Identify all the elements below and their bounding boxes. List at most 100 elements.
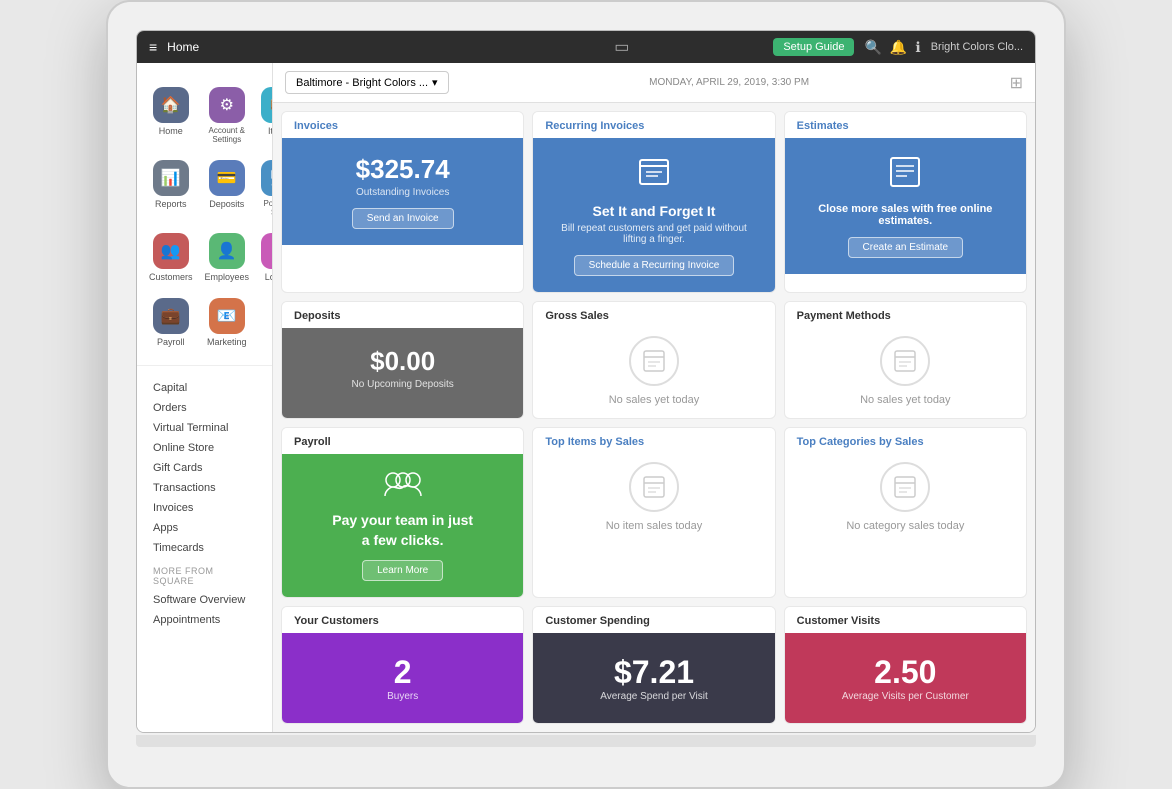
spending-amount: $7.21 xyxy=(614,654,694,691)
invoices-card: Invoices $325.74 Outstanding Invoices Se… xyxy=(281,111,524,293)
sidebar-label-pos: Points of Sale xyxy=(261,199,273,217)
payroll-body: Pay your team in just a few clicks. Lear… xyxy=(282,454,523,597)
spending-header: Customer Spending xyxy=(533,607,774,633)
sidebar-label-customers: Customers xyxy=(149,272,193,282)
sidebar-item-loyalty[interactable]: ★ Loyalty xyxy=(257,227,273,288)
sidebar-item-items[interactable]: 📦 Items xyxy=(257,81,273,150)
sidebar-item-pos[interactable]: 🖥 Points of Sale xyxy=(257,154,273,223)
payroll-learn-more-button[interactable]: Learn More xyxy=(362,560,443,581)
estimates-body: Close more sales with free online estima… xyxy=(785,138,1026,274)
sidebar-link-capital[interactable]: Capital xyxy=(153,378,256,398)
sidebar-link-virtual-terminal[interactable]: Virtual Terminal xyxy=(153,418,256,438)
visits-number: 2.50 xyxy=(874,654,936,691)
content-area: Baltimore - Bright Colors ... ▾ MONDAY, … xyxy=(273,63,1035,732)
sidebar-divider xyxy=(137,365,272,366)
sidebar-link-online-store[interactable]: Online Store xyxy=(153,438,256,458)
deposits-nav-icon: 💳 xyxy=(209,160,245,196)
sidebar-link-gift-cards[interactable]: Gift Cards xyxy=(153,458,256,478)
sidebar: 🏠 Home ⚙ Account & Settings 📦 Items 📊 Re… xyxy=(137,63,273,732)
schedule-recurring-button[interactable]: Schedule a Recurring Invoice xyxy=(574,255,735,276)
sidebar-item-marketing[interactable]: 📧 Marketing xyxy=(201,292,254,353)
sidebar-item-home[interactable]: 🏠 Home xyxy=(145,81,197,150)
top-items-body: No item sales today xyxy=(533,454,774,544)
payroll-header: Payroll xyxy=(282,428,523,454)
setup-guide-button[interactable]: Setup Guide xyxy=(773,38,854,56)
account-icon: ⚙ xyxy=(209,87,245,123)
payroll-nav-icon: 💼 xyxy=(153,298,189,334)
dashboard-grid: Invoices $325.74 Outstanding Invoices Se… xyxy=(273,103,1035,732)
payment-methods-body: No sales yet today xyxy=(785,328,1026,418)
topbar: ≡ Home ▭ Setup Guide 🔍 🔔 ℹ Bright Colors… xyxy=(137,31,1035,63)
estimates-card: Estimates Close more sales with f xyxy=(784,111,1027,293)
sidebar-link-timecards[interactable]: Timecards xyxy=(153,538,256,558)
pos-icon: 🖥 xyxy=(261,160,273,196)
customers-header: Your Customers xyxy=(282,607,523,633)
sidebar-label-account: Account & Settings xyxy=(205,126,250,144)
payroll-icon xyxy=(383,470,423,505)
payment-methods-card: Payment Methods No sales yet toda xyxy=(784,301,1027,419)
search-icon[interactable]: 🔍 xyxy=(864,39,881,56)
invoices-header: Invoices xyxy=(282,112,523,138)
employees-icon: 👤 xyxy=(209,233,245,269)
payroll-card: Payroll Pay your xyxy=(281,427,524,598)
location-dropdown[interactable]: Baltimore - Bright Colors ... ▾ xyxy=(285,71,449,94)
user-label: Bright Colors Clo... xyxy=(931,41,1023,53)
sidebar-link-orders[interactable]: Orders xyxy=(153,398,256,418)
sidebar-link-apps[interactable]: Apps xyxy=(153,518,256,538)
sidebar-item-deposits[interactable]: 💳 Deposits xyxy=(201,154,254,223)
visits-sublabel: Average Visits per Customer xyxy=(842,691,969,702)
info-icon[interactable]: ℹ xyxy=(915,39,920,56)
send-invoice-button[interactable]: Send an Invoice xyxy=(352,208,454,229)
sidebar-link-software-overview[interactable]: Software Overview xyxy=(153,590,256,610)
invoices-body: $325.74 Outstanding Invoices Send an Inv… xyxy=(282,138,523,245)
top-items-card: Top Items by Sales No item sales xyxy=(532,427,775,598)
customers-sublabel: Buyers xyxy=(387,691,418,702)
sidebar-item-reports[interactable]: 📊 Reports xyxy=(145,154,197,223)
gross-sales-body: No sales yet today xyxy=(533,328,774,418)
sidebar-link-invoices[interactable]: Invoices xyxy=(153,498,256,518)
home-icon: 🏠 xyxy=(153,87,189,123)
payment-methods-label: No sales yet today xyxy=(860,394,951,406)
hamburger-icon[interactable]: ≡ xyxy=(149,39,157,55)
sidebar-label-employees: Employees xyxy=(205,272,250,282)
sidebar-label-payroll: Payroll xyxy=(157,337,185,347)
more-section-label: MORE FROM SQUARE xyxy=(153,558,256,590)
no-items-icon xyxy=(629,462,679,512)
payment-methods-header: Payment Methods xyxy=(785,302,1026,328)
deposits-sublabel: No Upcoming Deposits xyxy=(352,379,454,390)
marketing-icon: 📧 xyxy=(209,298,245,334)
sidebar-item-account[interactable]: ⚙ Account & Settings xyxy=(201,81,254,150)
customers-body: 2 Buyers xyxy=(282,633,523,723)
sidebar-item-payroll[interactable]: 💼 Payroll xyxy=(145,292,197,353)
spending-body: $7.21 Average Spend per Visit xyxy=(533,633,774,723)
deposits-body: $0.00 No Upcoming Deposits xyxy=(282,328,523,418)
top-categories-header: Top Categories by Sales xyxy=(785,428,1026,454)
sidebar-label-marketing: Marketing xyxy=(207,337,247,347)
sidebar-link-transactions[interactable]: Transactions xyxy=(153,478,256,498)
spending-sublabel: Average Spend per Visit xyxy=(600,691,707,702)
estimates-icon xyxy=(887,154,923,197)
reports-icon: 📊 xyxy=(153,160,189,196)
laptop-base xyxy=(136,735,1036,747)
recurring-desc: Bill repeat customers and get paid witho… xyxy=(553,223,754,245)
grid-view-icon[interactable]: ⊞ xyxy=(1010,73,1023,93)
customers-icon: 👥 xyxy=(153,233,189,269)
sidebar-link-appointments[interactable]: Appointments xyxy=(153,610,256,630)
create-estimate-button[interactable]: Create an Estimate xyxy=(848,237,964,258)
date-display: MONDAY, APRIL 29, 2019, 3:30 PM xyxy=(649,77,809,88)
gross-sales-card: Gross Sales No sales yet today xyxy=(532,301,775,419)
no-gross-sales-icon xyxy=(629,336,679,386)
recurring-icon xyxy=(636,154,672,197)
invoices-sublabel: Outstanding Invoices xyxy=(356,187,449,198)
sidebar-label-home: Home xyxy=(159,126,183,136)
bell-icon[interactable]: 🔔 xyxy=(890,39,907,56)
location-label: Baltimore - Bright Colors ... xyxy=(296,77,428,89)
sidebar-item-employees[interactable]: 👤 Employees xyxy=(201,227,254,288)
recurring-card: Recurring Invoices Set It and For xyxy=(532,111,775,293)
dropdown-arrow-icon: ▾ xyxy=(432,76,438,89)
no-payment-icon xyxy=(880,336,930,386)
items-icon: 📦 xyxy=(261,87,273,123)
visits-header: Customer Visits xyxy=(785,607,1026,633)
recurring-header: Recurring Invoices xyxy=(533,112,774,138)
sidebar-item-customers[interactable]: 👥 Customers xyxy=(145,227,197,288)
